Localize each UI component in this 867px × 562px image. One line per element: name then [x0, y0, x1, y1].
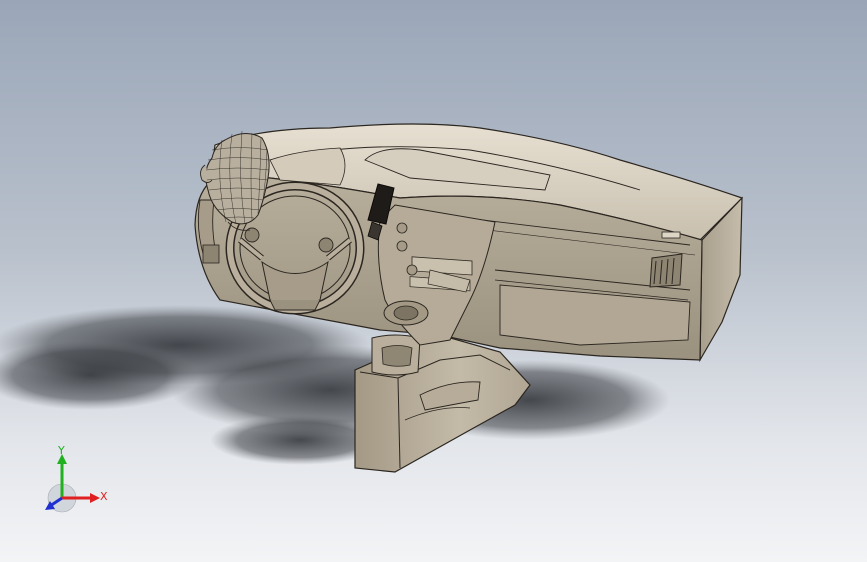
model-scene[interactable] [0, 0, 867, 562]
center-console[interactable] [354, 334, 531, 473]
triad-graphic [45, 454, 100, 513]
air-vent[interactable] [649, 253, 683, 288]
cad-viewport[interactable]: Y X [0, 0, 867, 562]
triad-y-label: Y [58, 444, 65, 457]
coordinate-triad: Y X [40, 440, 120, 520]
triad-x-label: X [100, 490, 108, 503]
